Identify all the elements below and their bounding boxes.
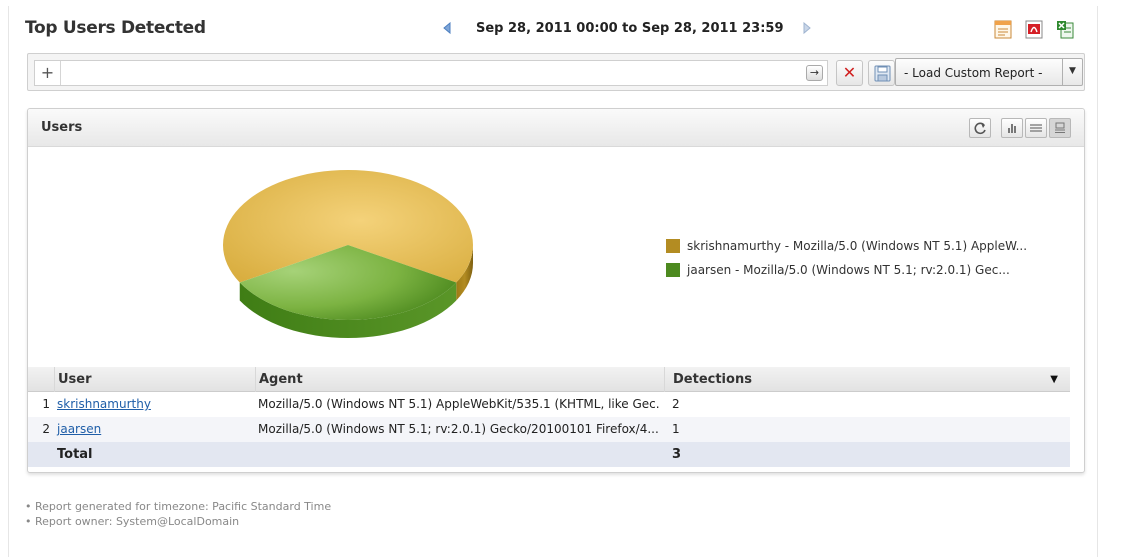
clear-filter-button[interactable]: ✕ (836, 60, 863, 86)
row-number: 2 (42, 422, 50, 436)
row-number-header (30, 367, 54, 392)
user-link[interactable]: skrishnamurthy (57, 397, 151, 411)
legend-label: skrishnamurthy - Mozilla/5.0 (Windows NT… (687, 239, 1028, 253)
apply-filter-button[interactable]: → (806, 65, 823, 81)
panel-toolbar (969, 118, 1071, 138)
users-panel: Users skrishnamurthy - Mozilla/5.0 (Wind… (27, 108, 1085, 473)
pie-chart (218, 165, 478, 368)
owner-note: • Report owner: System@LocalDomain (25, 515, 240, 528)
previous-day-arrow-icon[interactable] (440, 20, 454, 36)
user-cell: skrishnamurthy (54, 392, 254, 417)
sort-descending-icon[interactable]: ▼ (1050, 367, 1058, 392)
table-row: 2 jaarsen Mozilla/5.0 (Windows NT 5.1; r… (28, 417, 1070, 442)
agent-cell: Mozilla/5.0 (Windows NT 5.1; rv:2.0.1) G… (258, 422, 659, 436)
column-header-agent[interactable]: Agent (255, 367, 659, 392)
legend-label: jaarsen - Mozilla/5.0 (Windows NT 5.1; r… (687, 263, 1010, 277)
table-view-icon[interactable] (1025, 118, 1047, 138)
legend-item: jaarsen - Mozilla/5.0 (Windows NT 5.1; r… (666, 263, 1027, 277)
agent-cell: Mozilla/5.0 (Windows NT 5.1) AppleWebKit… (258, 397, 659, 411)
user-cell: jaarsen (54, 417, 254, 442)
chart-table-icon[interactable] (1049, 118, 1071, 138)
row-number: 1 (42, 397, 50, 411)
add-filter-button[interactable]: + (35, 61, 61, 85)
detections-header-label: Detections (673, 372, 752, 387)
date-navigator: Sep 28, 2011 00:00 to Sep 28, 2011 23:59 (440, 20, 814, 36)
load-report-label: - Load Custom Report - (904, 66, 1043, 80)
users-table: User Agent Detections ▼ 1 skrishnamurthy… (28, 367, 1070, 467)
total-label: Total (57, 447, 93, 462)
column-header-user[interactable]: User (54, 367, 254, 392)
panel-header: Users (28, 109, 1084, 147)
bar-chart-icon[interactable] (1001, 118, 1023, 138)
refresh-icon[interactable] (969, 118, 991, 138)
load-custom-report-select[interactable]: - Load Custom Report - ▼ (895, 58, 1083, 86)
table-row: 1 skrishnamurthy Mozilla/5.0 (Windows NT… (28, 392, 1070, 417)
detections-cell: 1 (672, 422, 680, 436)
save-report-button[interactable] (868, 60, 895, 86)
floppy-disk-icon (874, 65, 891, 82)
legend-swatch (666, 239, 680, 253)
chart-legend: skrishnamurthy - Mozilla/5.0 (Windows NT… (666, 239, 1027, 287)
filter-input[interactable]: + → (34, 60, 828, 86)
pdf-export-icon[interactable] (1025, 20, 1043, 39)
panel-title: Users (41, 120, 83, 135)
table-header-row: User Agent Detections ▼ (28, 367, 1070, 392)
legend-swatch (666, 263, 680, 277)
print-icon[interactable] (994, 20, 1012, 39)
chevron-down-icon[interactable]: ▼ (1062, 59, 1082, 85)
next-day-arrow-icon[interactable] (800, 20, 814, 36)
user-link[interactable]: jaarsen (57, 422, 101, 436)
export-toolbar (994, 20, 1074, 39)
detections-cell: 2 (672, 397, 680, 411)
timezone-note: • Report generated for timezone: Pacific… (25, 500, 332, 513)
page-title: Top Users Detected (25, 18, 206, 38)
column-header-detections[interactable]: Detections ▼ (664, 367, 1070, 392)
excel-export-icon[interactable] (1056, 20, 1074, 39)
date-range-label: Sep 28, 2011 00:00 to Sep 28, 2011 23:59 (476, 20, 784, 36)
legend-item: skrishnamurthy - Mozilla/5.0 (Windows NT… (666, 239, 1027, 253)
filter-bar: + → ✕ - Load Custom Report - ▼ (27, 53, 1085, 91)
table-total-row: Total 3 (28, 442, 1070, 467)
total-value: 3 (672, 447, 682, 462)
